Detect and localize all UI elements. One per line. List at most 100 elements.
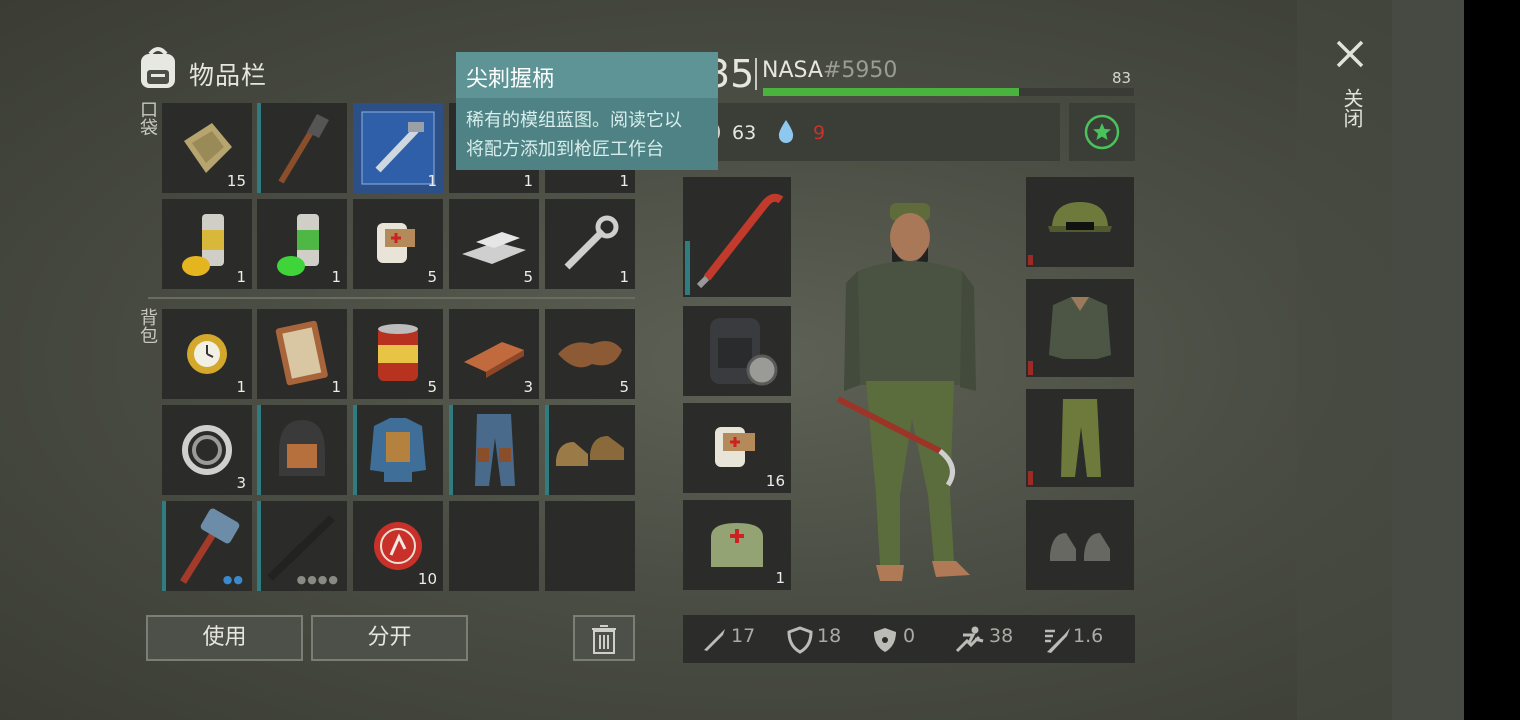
item-count: 1 xyxy=(331,378,341,396)
defense-shield-icon xyxy=(787,626,813,654)
copper-ingot-icon xyxy=(464,342,524,378)
water-value: 9 xyxy=(813,122,826,144)
water-drop-icon xyxy=(776,118,796,148)
bandage-icon xyxy=(377,223,415,263)
backpack-slot[interactable] xyxy=(353,405,443,495)
food-value: 63 xyxy=(732,122,757,144)
durability-bar xyxy=(257,405,261,495)
legs-slot[interactable] xyxy=(1026,389,1134,487)
pocket-slot[interactable]: 15 xyxy=(162,103,252,193)
item-count: 5 xyxy=(523,268,533,286)
weapon-slot[interactable] xyxy=(683,177,791,297)
inventory-title: 物品栏 xyxy=(189,61,268,90)
first-aid-bag-icon xyxy=(711,523,763,567)
boots-icon xyxy=(556,436,624,466)
pocket-slot[interactable]: 5 xyxy=(449,199,539,289)
shovel-icon xyxy=(278,114,329,184)
durability-bar xyxy=(449,405,453,495)
item-count: 1 xyxy=(775,569,785,587)
backpack-slot[interactable] xyxy=(545,405,635,495)
item-count: 10 xyxy=(417,570,437,588)
item-count: 1 xyxy=(619,172,629,190)
armored-jacket-icon xyxy=(370,418,426,482)
backpack-slot[interactable]: 5 xyxy=(353,309,443,399)
quick-slot[interactable]: 1 xyxy=(683,500,791,590)
pocket-slot[interactable]: 1 xyxy=(257,199,347,289)
durability-bar xyxy=(257,103,261,193)
name-separator xyxy=(755,58,757,90)
backpack-slot[interactable]: 10 xyxy=(353,501,443,591)
pocket-slot[interactable]: 1 xyxy=(545,199,635,289)
player-tag: #5950 xyxy=(822,58,898,83)
item-tooltip: 尖刺握柄 稀有的模组蓝图。阅读它以 将配方添加到枪匠工作台 xyxy=(456,52,718,170)
screen-edge-bar xyxy=(1392,0,1464,720)
item-count: 15 xyxy=(226,172,246,190)
backpack-slot[interactable] xyxy=(449,405,539,495)
gold-watch-icon xyxy=(187,334,227,374)
backpack-slot[interactable]: 1 xyxy=(257,309,347,399)
item-count: 1 xyxy=(619,268,629,286)
pocket-slot[interactable]: 5 xyxy=(353,199,443,289)
camo-cap-icon xyxy=(1048,202,1112,232)
close-button[interactable]: 关闭 xyxy=(1326,30,1372,148)
game-screen: 物品栏 35 NASA#5950 83 63 9 关闭 口袋 背包 15 1 1… xyxy=(0,0,1392,720)
item-count: 5 xyxy=(427,378,437,396)
pockets-label: 口袋 xyxy=(137,100,158,136)
tooltip-line: 将配方添加到枪匠工作台 xyxy=(466,139,664,160)
pocket-slot[interactable]: 1 xyxy=(162,199,252,289)
head-slot[interactable] xyxy=(1026,177,1134,267)
body-slot[interactable] xyxy=(1026,279,1134,377)
durability-bar xyxy=(1028,471,1033,485)
pocket-slot[interactable] xyxy=(257,103,347,193)
mod-slots: ●● xyxy=(222,573,244,586)
item-count: 1 xyxy=(523,172,533,190)
bearing-icon xyxy=(182,425,232,475)
backpack-slot[interactable]: ●●●● xyxy=(257,501,347,591)
crowbar-icon xyxy=(696,193,784,289)
attack-speed-value: 1.6 xyxy=(1073,625,1104,647)
mod-slots: ●●●● xyxy=(296,573,339,586)
health-bar xyxy=(763,88,1134,96)
health-value: 83 xyxy=(1112,69,1132,87)
trash-button[interactable] xyxy=(573,615,635,661)
tooltip-title: 尖刺握柄 xyxy=(456,52,718,98)
player-name: NASA#5950 xyxy=(762,58,897,83)
backpack-slot[interactable]: 1 xyxy=(162,309,252,399)
close-label: 关闭 xyxy=(1340,88,1364,128)
attack-speed-icon xyxy=(1045,628,1070,653)
backpack-slot[interactable] xyxy=(257,405,347,495)
close-icon xyxy=(1336,40,1364,68)
attack-value: 17 xyxy=(731,625,756,647)
feet-slot[interactable] xyxy=(1026,500,1134,590)
yellow-spray-paint-icon xyxy=(182,214,224,276)
tooltip-line: 稀有的模组蓝图。阅读它以 xyxy=(466,110,682,131)
durability-bar xyxy=(257,501,261,591)
backpack-slot-empty[interactable] xyxy=(449,501,539,591)
item-count: 5 xyxy=(619,378,629,396)
item-count: 16 xyxy=(765,472,785,490)
backpack-slot[interactable]: 3 xyxy=(162,405,252,495)
wrench-icon xyxy=(564,215,619,270)
use-button[interactable]: 使用 xyxy=(146,615,303,661)
item-count: 3 xyxy=(523,378,533,396)
backpack-slot[interactable]: ●● xyxy=(162,501,252,591)
speed-value: 38 xyxy=(989,625,1014,647)
pocket-slot[interactable]: 1 xyxy=(353,103,443,193)
backpack-slot-empty[interactable] xyxy=(545,501,635,591)
favorite-star-button[interactable] xyxy=(1069,103,1135,161)
item-count: 1 xyxy=(236,378,246,396)
speed-icon xyxy=(955,626,984,653)
backpack-slot[interactable]: 3 xyxy=(449,309,539,399)
item-count: 1 xyxy=(236,268,246,286)
leather-icon xyxy=(558,341,622,368)
camo-pants-icon xyxy=(1061,399,1101,477)
durability-bar xyxy=(545,405,549,495)
helmet-icon xyxy=(279,420,325,476)
green-spray-paint-icon xyxy=(277,214,319,276)
split-button[interactable]: 分开 xyxy=(311,615,468,661)
backpack-gear-icon xyxy=(710,318,778,386)
backpack-equip-slot[interactable] xyxy=(683,306,791,396)
character-model xyxy=(820,195,995,590)
quick-slot[interactable]: 16 xyxy=(683,403,791,493)
backpack-slot[interactable]: 5 xyxy=(545,309,635,399)
